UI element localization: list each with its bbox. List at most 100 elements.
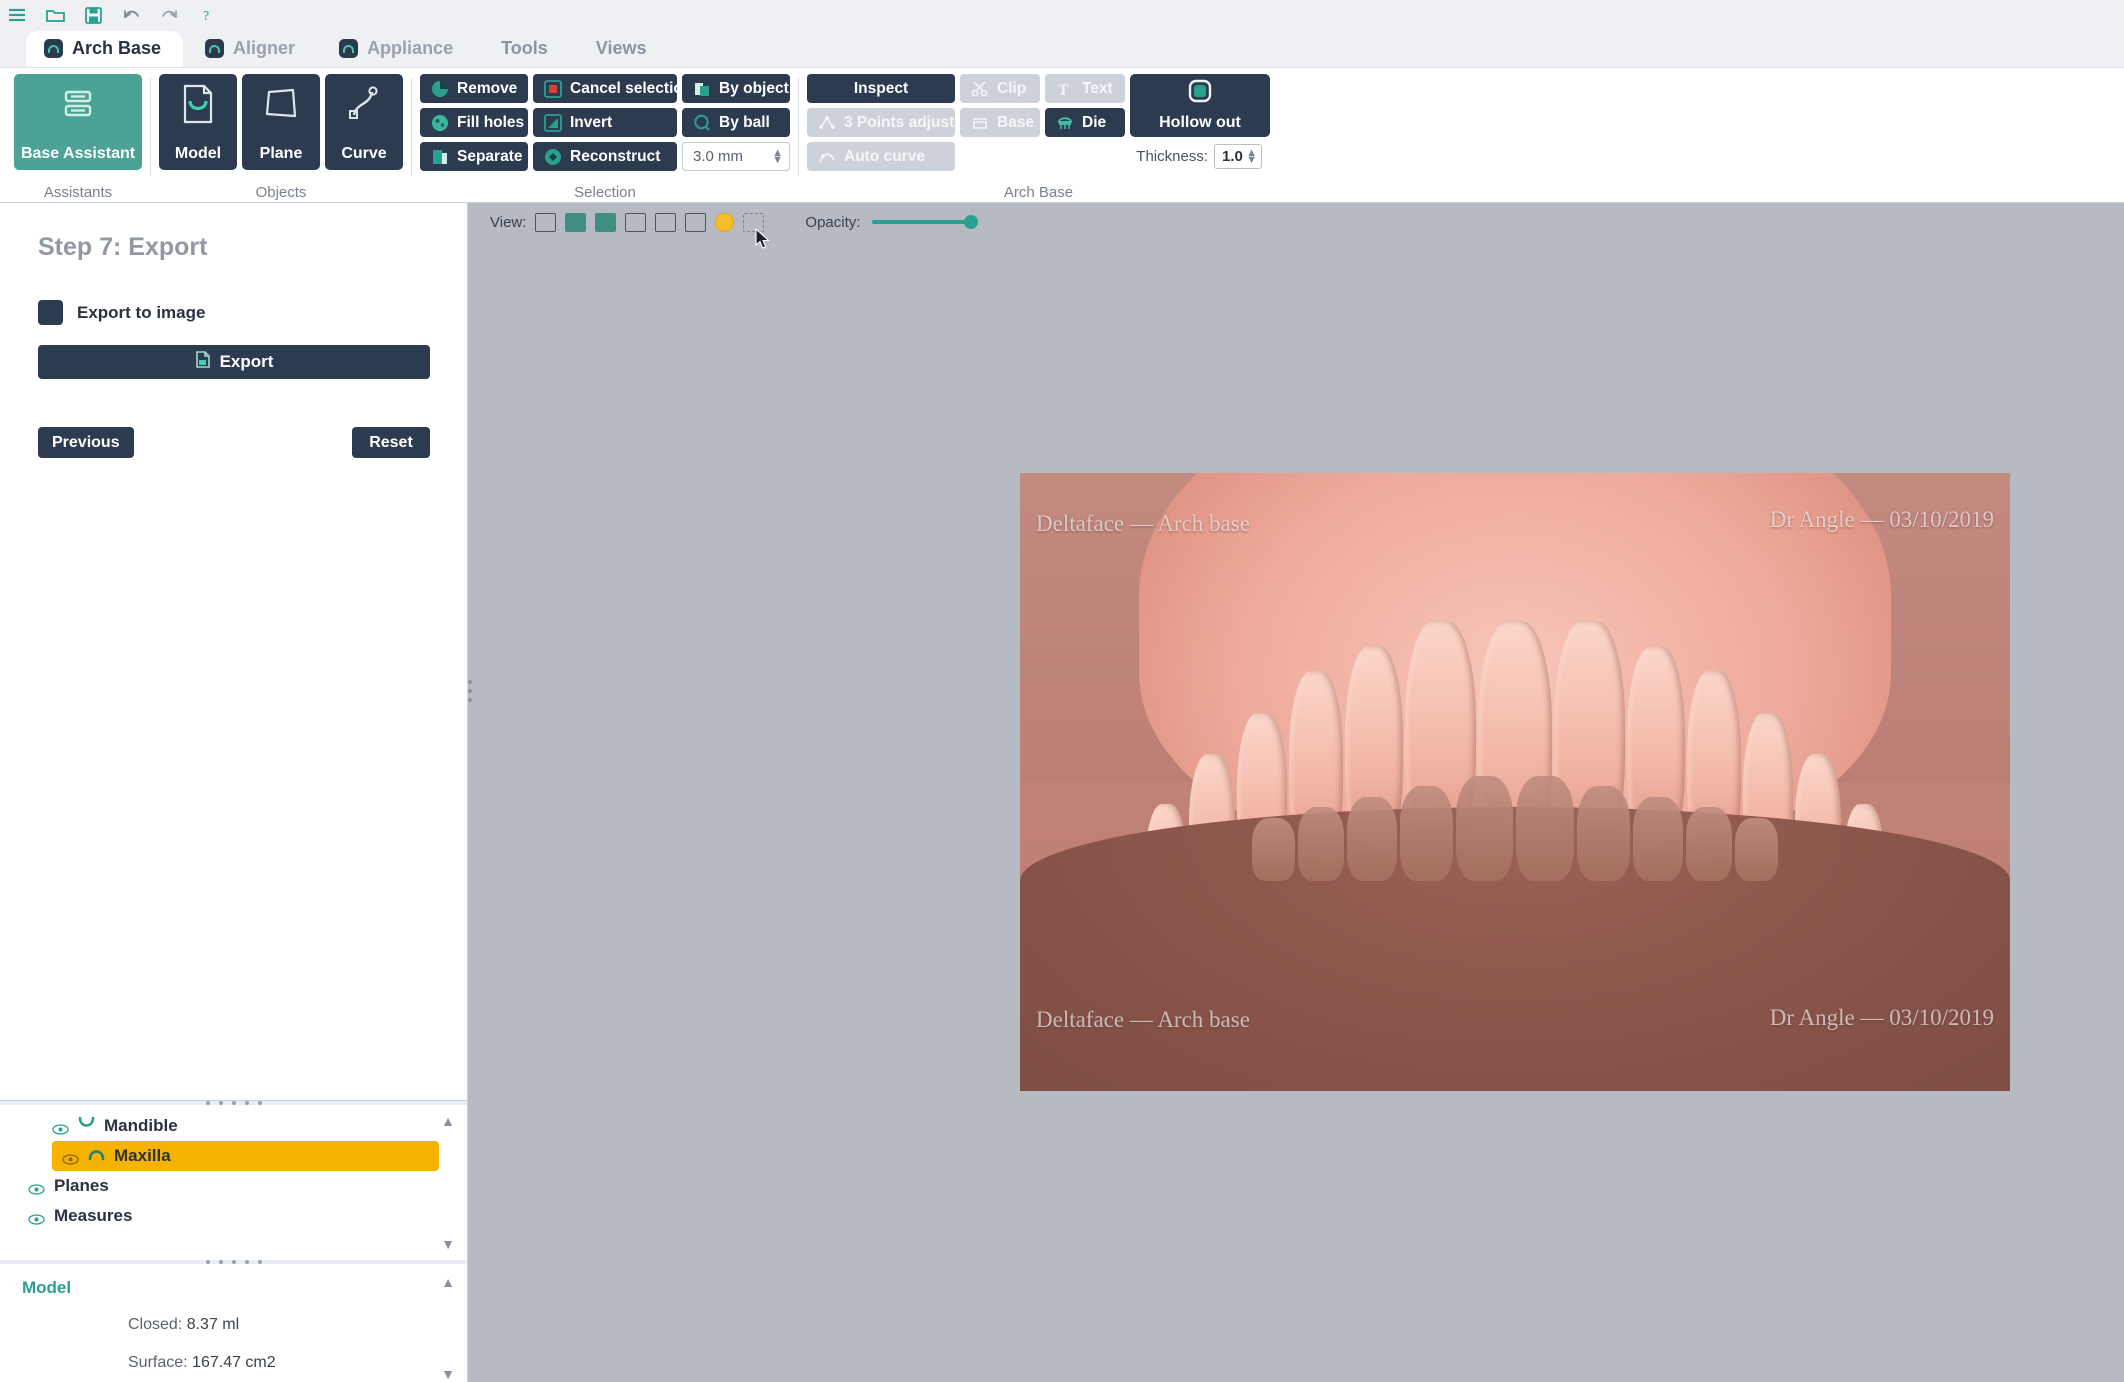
tree-collapse-down-icon[interactable]: ▼ [441,1236,455,1252]
inspect-label: Inspect [853,79,909,97]
open-folder-icon[interactable] [44,4,66,26]
text-button[interactable]: T Text [1045,74,1125,103]
tree-item-measures[interactable]: Measures [0,1201,467,1231]
model-collapse-down-icon[interactable]: ▼ [441,1366,455,1382]
eye-icon[interactable] [52,1120,69,1135]
export-file-icon [195,351,211,373]
tab-aligner[interactable]: Aligner [187,31,317,67]
tree-collapse-up-icon[interactable]: ▲ [441,1113,455,1129]
tree-item-label: Planes [54,1176,109,1195]
invert-button[interactable]: Invert [533,108,677,137]
watermark-bottom-right: Dr Angle — 03/10/2019 [1769,1005,1994,1030]
tree-item-maxilla[interactable]: Maxilla [52,1141,439,1171]
cancel-selection-icon [543,79,562,98]
remove-button[interactable]: Remove [420,74,528,103]
ribbon-group-objects: Model Plane Curve Objects [151,74,411,201]
die-label: Die [1082,113,1107,131]
fill-holes-label: Fill holes [457,113,525,131]
dental-model-render[interactable]: Deltaface — Arch base Dr Angle — 03/10/2… [1020,473,2010,1091]
tree-item-planes[interactable]: Planes [0,1171,467,1201]
help-icon[interactable]: ? [196,4,218,26]
curve-button[interactable]: Curve [325,74,403,170]
thickness-stepper[interactable]: 1.0 ▲ ▼ [1214,144,1262,169]
eye-icon[interactable] [28,1210,45,1225]
tab-arch-base[interactable]: Arch Base [26,31,184,67]
redo-icon[interactable] [158,4,180,26]
svg-text:T: T [1058,82,1069,98]
svg-text:?: ? [203,9,209,23]
model-button[interactable]: Model [159,74,237,170]
by-ball-label: By ball [719,113,770,131]
model-closed-label: Closed: [128,1316,183,1333]
tab-bar: Arch Base Aligner Appliance Tools Views [0,30,2124,68]
stepper-arrows-icon[interactable]: ▲ ▼ [772,147,783,165]
view-right-icon[interactable] [655,212,677,232]
ribbon-group-assistants: Base Assistant Assistants [6,74,150,201]
clip-button[interactable]: Clip [960,74,1040,103]
tab-label: Views [595,38,647,58]
export-to-image-row[interactable]: Export to image [38,300,429,325]
view-reset-icon[interactable] [715,212,735,232]
tab-views[interactable]: Views [574,31,669,67]
page-title: Step 7: Export [38,233,208,261]
hollow-out-button[interactable]: Hollow out [1130,74,1270,137]
tab-tools[interactable]: Tools [479,31,570,67]
plane-button[interactable]: Plane [242,74,320,170]
model-collapse-up-icon[interactable]: ▲ [441,1274,455,1290]
ribbon-group-selection: Remove Fill holes Separate Cancel select… [412,74,798,201]
view-top-icon[interactable] [565,212,587,232]
by-ball-button[interactable]: By ball [682,108,790,137]
tooth [1735,817,1778,881]
mandibular-teeth-row [1159,775,1872,881]
hamburger-menu-icon[interactable] [6,4,28,26]
text-label: Text [1082,79,1113,97]
save-icon[interactable] [82,4,104,26]
view-bottom-icon[interactable] [595,212,617,232]
auto-curve-button[interactable]: Auto curve [807,142,955,171]
eye-icon[interactable] [62,1150,79,1165]
fill-holes-button[interactable]: Fill holes [420,108,528,137]
app-logo-icon [205,39,225,58]
three-points-adjust-icon [817,113,836,132]
reconstruct-button[interactable]: Reconstruct [533,142,677,171]
view-left-icon[interactable] [625,212,647,232]
ball-size-stepper[interactable]: 3.0 mm ▲ ▼ [682,142,790,171]
by-object-button[interactable]: By object [682,74,790,103]
tree-item-mandible[interactable]: Mandible [0,1111,467,1141]
eye-icon[interactable] [28,1180,45,1195]
cancel-selection-label: Cancel selection [570,79,693,97]
view-back-icon[interactable] [685,212,707,232]
step-panel: Step 7: Export Export to image Export Pr… [0,203,468,1101]
separate-button[interactable]: Separate [420,142,528,171]
export-to-image-checkbox[interactable] [38,300,63,325]
tab-appliance[interactable]: Appliance [321,31,475,67]
opacity-slider-knob[interactable] [964,215,979,229]
export-button[interactable]: Export [38,345,430,379]
thickness-value: 1.0 [1222,148,1243,165]
die-button[interactable]: Die [1045,108,1125,137]
app-logo-icon [44,39,63,58]
opacity-control[interactable]: Opacity: [805,214,979,231]
three-points-adjust-button[interactable]: 3 Points adjust [807,108,955,137]
base-assistant-button[interactable]: Base Assistant [14,74,142,170]
tree-item-label: Mandible [104,1116,178,1135]
base-label: Base [997,113,1035,131]
base-icon [970,113,989,132]
panel-splitter-handle[interactable] [468,680,472,702]
reset-button[interactable]: Reset [352,427,430,458]
archbase-col-d: Inspect 3 Points adjust Auto curve [807,74,955,171]
stepper-arrows-icon[interactable]: ▲ ▼ [1246,147,1257,165]
previous-button[interactable]: Previous [38,427,134,458]
object-tree-panel: ▲ ▼ Mandible Maxilla Planes Measures [0,1105,468,1260]
clip-label: Clip [997,79,1027,97]
cancel-selection-button[interactable]: Cancel selection [533,74,692,103]
inspect-button[interactable]: Inspect [807,74,955,103]
view-front-icon[interactable] [535,212,557,232]
selection-col-a: Remove Fill holes Separate [420,74,528,171]
model-surface-label: Surface: [128,1354,188,1371]
viewport-3d[interactable]: View: Opacity: Deltaface — Arch base Dr … [468,203,2124,1382]
base-button[interactable]: Base [960,108,1040,137]
opacity-slider[interactable] [872,215,979,229]
model-label: Model [174,145,222,162]
undo-icon[interactable] [120,4,142,26]
